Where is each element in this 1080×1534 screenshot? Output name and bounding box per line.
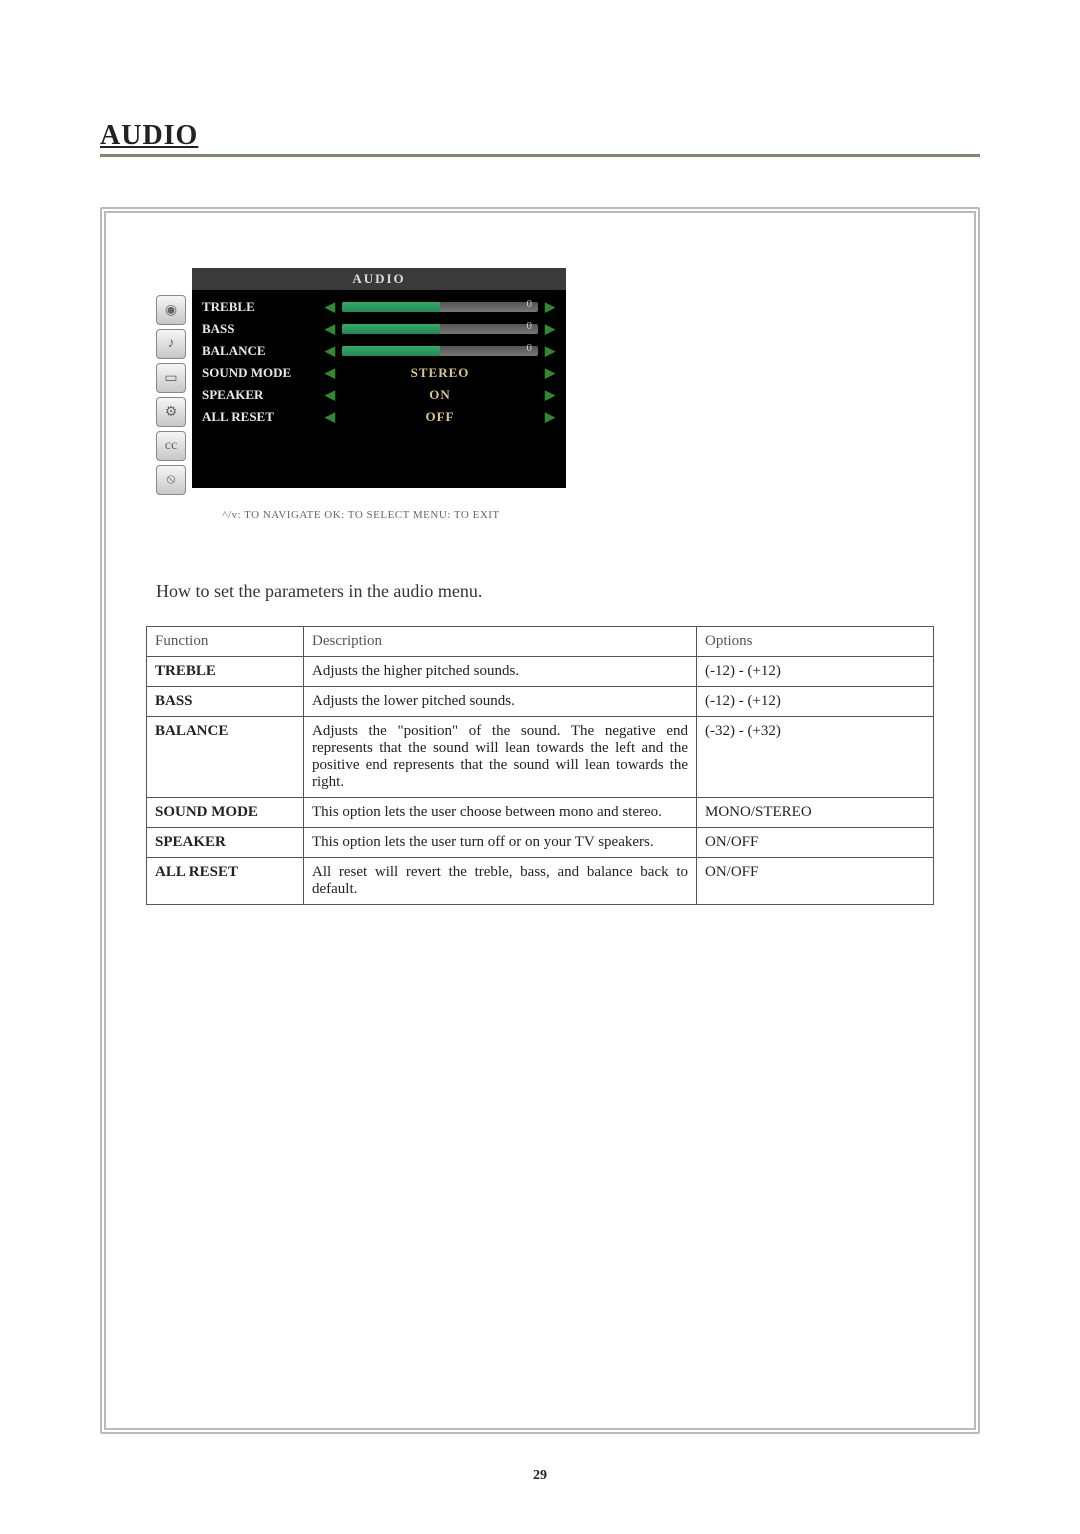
treble-value: 0: [527, 298, 533, 310]
osd-label: ALL RESET: [200, 409, 322, 425]
table-row: BALANCE Adjusts the "position" of the so…: [147, 717, 934, 798]
sound-mode-value: STEREO: [338, 365, 542, 381]
left-arrow-icon: ◀: [322, 387, 338, 403]
bass-value: 0: [527, 320, 533, 332]
table-row: ALL RESET All reset will revert the treb…: [147, 858, 934, 905]
opt-cell: ON/OFF: [697, 858, 934, 905]
tv-icon: ▭: [156, 363, 186, 393]
osd-category-icons: ◉ ♪ ▭ ⚙ cc ⦸: [156, 268, 192, 499]
page-number: 29: [0, 1468, 1080, 1484]
fn-cell: SPEAKER: [147, 828, 304, 858]
picture-icon: ◉: [156, 295, 186, 325]
osd-hint: ^/v: TO NAVIGATE OK: TO SELECT MENU: TO …: [156, 509, 566, 521]
cc-icon: cc: [156, 431, 186, 461]
osd-screenshot: ◉ ♪ ▭ ⚙ cc ⦸ AUDIO TREBLE ◀: [156, 268, 566, 521]
table-row: BASS Adjusts the lower pitched sounds. (…: [147, 687, 934, 717]
table-header-row: Function Description Options: [147, 627, 934, 657]
osd-row-speaker: SPEAKER ◀ ON ▶: [200, 384, 558, 406]
table-row: SPEAKER This option lets the user turn o…: [147, 828, 934, 858]
right-arrow-icon: ▶: [542, 299, 558, 315]
osd-title: AUDIO: [192, 268, 566, 290]
osd-label: TREBLE: [200, 299, 322, 315]
intro-text: How to set the parameters in the audio m…: [156, 581, 934, 602]
opt-cell: (-12) - (+12): [697, 687, 934, 717]
osd-label: BALANCE: [200, 343, 322, 359]
manual-page: AUDIO ◉ ♪ ▭ ⚙ cc ⦸ AUDIO TREBLE: [0, 0, 1080, 1534]
left-arrow-icon: ◀: [322, 365, 338, 381]
desc-cell: This option lets the user choose between…: [304, 798, 697, 828]
osd-label: SPEAKER: [200, 387, 322, 403]
treble-slider: 0: [342, 302, 538, 312]
osd-row-all-reset: ALL RESET ◀ OFF ▶: [200, 406, 558, 428]
right-arrow-icon: ▶: [542, 343, 558, 359]
desc-cell: Adjusts the lower pitched sounds.: [304, 687, 697, 717]
all-reset-value: OFF: [338, 409, 542, 425]
fn-cell: ALL RESET: [147, 858, 304, 905]
table-row: SOUND MODE This option lets the user cho…: [147, 798, 934, 828]
header-description: Description: [304, 627, 697, 657]
bass-slider: 0: [342, 324, 538, 334]
right-arrow-icon: ▶: [542, 409, 558, 425]
opt-cell: (-32) - (+32): [697, 717, 934, 798]
left-arrow-icon: ◀: [322, 299, 338, 315]
balance-value: 0: [527, 342, 533, 354]
osd-body: TREBLE ◀ 0 ▶ BASS ◀: [192, 290, 566, 488]
desc-cell: Adjusts the "position" of the sound. The…: [304, 717, 697, 798]
osd-label: BASS: [200, 321, 322, 337]
lock-icon: ⦸: [156, 465, 186, 495]
table-row: TREBLE Adjusts the higher pitched sounds…: [147, 657, 934, 687]
fn-cell: TREBLE: [147, 657, 304, 687]
desc-cell: This option lets the user turn off or on…: [304, 828, 697, 858]
balance-slider: 0: [342, 346, 538, 356]
opt-cell: (-12) - (+12): [697, 657, 934, 687]
fn-cell: SOUND MODE: [147, 798, 304, 828]
content-frame: ◉ ♪ ▭ ⚙ cc ⦸ AUDIO TREBLE ◀: [100, 207, 980, 1434]
left-arrow-icon: ◀: [322, 409, 338, 425]
header-options: Options: [697, 627, 934, 657]
osd-row-sound-mode: SOUND MODE ◀ STEREO ▶: [200, 362, 558, 384]
header-function: Function: [147, 627, 304, 657]
right-arrow-icon: ▶: [542, 387, 558, 403]
opt-cell: ON/OFF: [697, 828, 934, 858]
osd-label: SOUND MODE: [200, 365, 322, 381]
speaker-value: ON: [338, 387, 542, 403]
right-arrow-icon: ▶: [542, 365, 558, 381]
osd-row-treble: TREBLE ◀ 0 ▶: [200, 296, 558, 318]
section-title: AUDIO: [100, 120, 980, 157]
right-arrow-icon: ▶: [542, 321, 558, 337]
fn-cell: BALANCE: [147, 717, 304, 798]
desc-cell: All reset will revert the treble, bass, …: [304, 858, 697, 905]
osd-row-balance: BALANCE ◀ 0 ▶: [200, 340, 558, 362]
parameters-table: Function Description Options TREBLE Adju…: [146, 626, 934, 905]
opt-cell: MONO/STEREO: [697, 798, 934, 828]
audio-icon: ♪: [156, 329, 186, 359]
left-arrow-icon: ◀: [322, 321, 338, 337]
osd-row-bass: BASS ◀ 0 ▶: [200, 318, 558, 340]
left-arrow-icon: ◀: [322, 343, 338, 359]
desc-cell: Adjusts the higher pitched sounds.: [304, 657, 697, 687]
fn-cell: BASS: [147, 687, 304, 717]
setup-icon: ⚙: [156, 397, 186, 427]
